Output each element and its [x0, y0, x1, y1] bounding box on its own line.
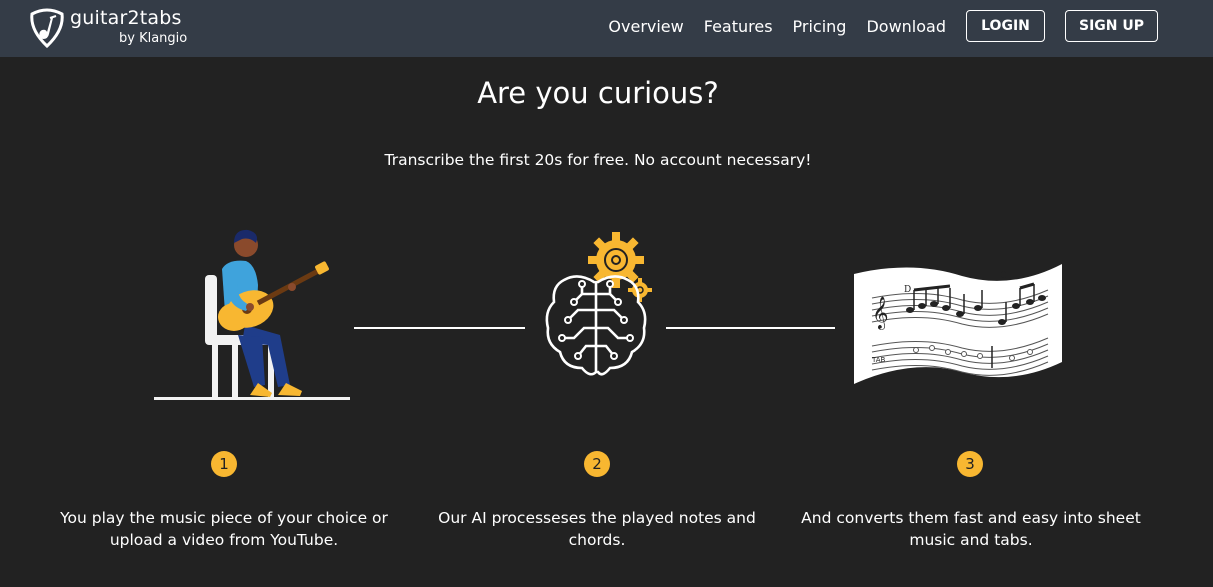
- signup-button[interactable]: SIGN UP: [1065, 10, 1158, 42]
- guitarist-illustration: [154, 229, 350, 400]
- step-connector-line: [666, 327, 835, 329]
- chord-label: G: [1000, 271, 1007, 281]
- brand-subtitle: by Klangio: [119, 31, 188, 46]
- page-title: Are you curious?: [477, 76, 719, 110]
- step-number-1: 1: [211, 451, 237, 477]
- step-number-3: 3: [957, 451, 983, 477]
- nav-links: Overview Features Pricing Download: [608, 16, 946, 38]
- nav-link-features[interactable]: Features: [704, 16, 773, 38]
- step-description-2: Our AI processeses the played notes and …: [438, 509, 756, 549]
- nav-link-download[interactable]: Download: [866, 16, 946, 38]
- step-connector-line: [354, 327, 525, 329]
- nav-link-pricing[interactable]: Pricing: [793, 16, 847, 38]
- brand-name: guitar2tabs: [70, 7, 182, 29]
- nav-link-overview[interactable]: Overview: [608, 16, 683, 38]
- ai-brain-gears-illustration: [545, 232, 652, 376]
- step-description-3: And converts them fast and easy into she…: [801, 509, 1141, 549]
- treble-clef-icon: 𝄞: [872, 296, 889, 330]
- top-navbar: guitar2tabs by Klangio Overview Features…: [0, 0, 1213, 57]
- step-number-2: 2: [584, 451, 610, 477]
- brand-logo[interactable]: guitar2tabs by Klangio: [28, 6, 218, 52]
- step-description-1: You play the music piece of your choice …: [60, 509, 388, 549]
- tab-label: TAB: [871, 356, 886, 364]
- gear-icon: [588, 232, 644, 288]
- chord-label: D: [904, 285, 911, 295]
- guitar-pick-logo-icon: [30, 8, 64, 48]
- login-button[interactable]: LOGIN: [966, 10, 1045, 42]
- page-subtitle: Transcribe the first 20s for free. No ac…: [384, 151, 812, 169]
- sheet-music-tabs-illustration: 𝄞 D G TAB: [854, 264, 1062, 384]
